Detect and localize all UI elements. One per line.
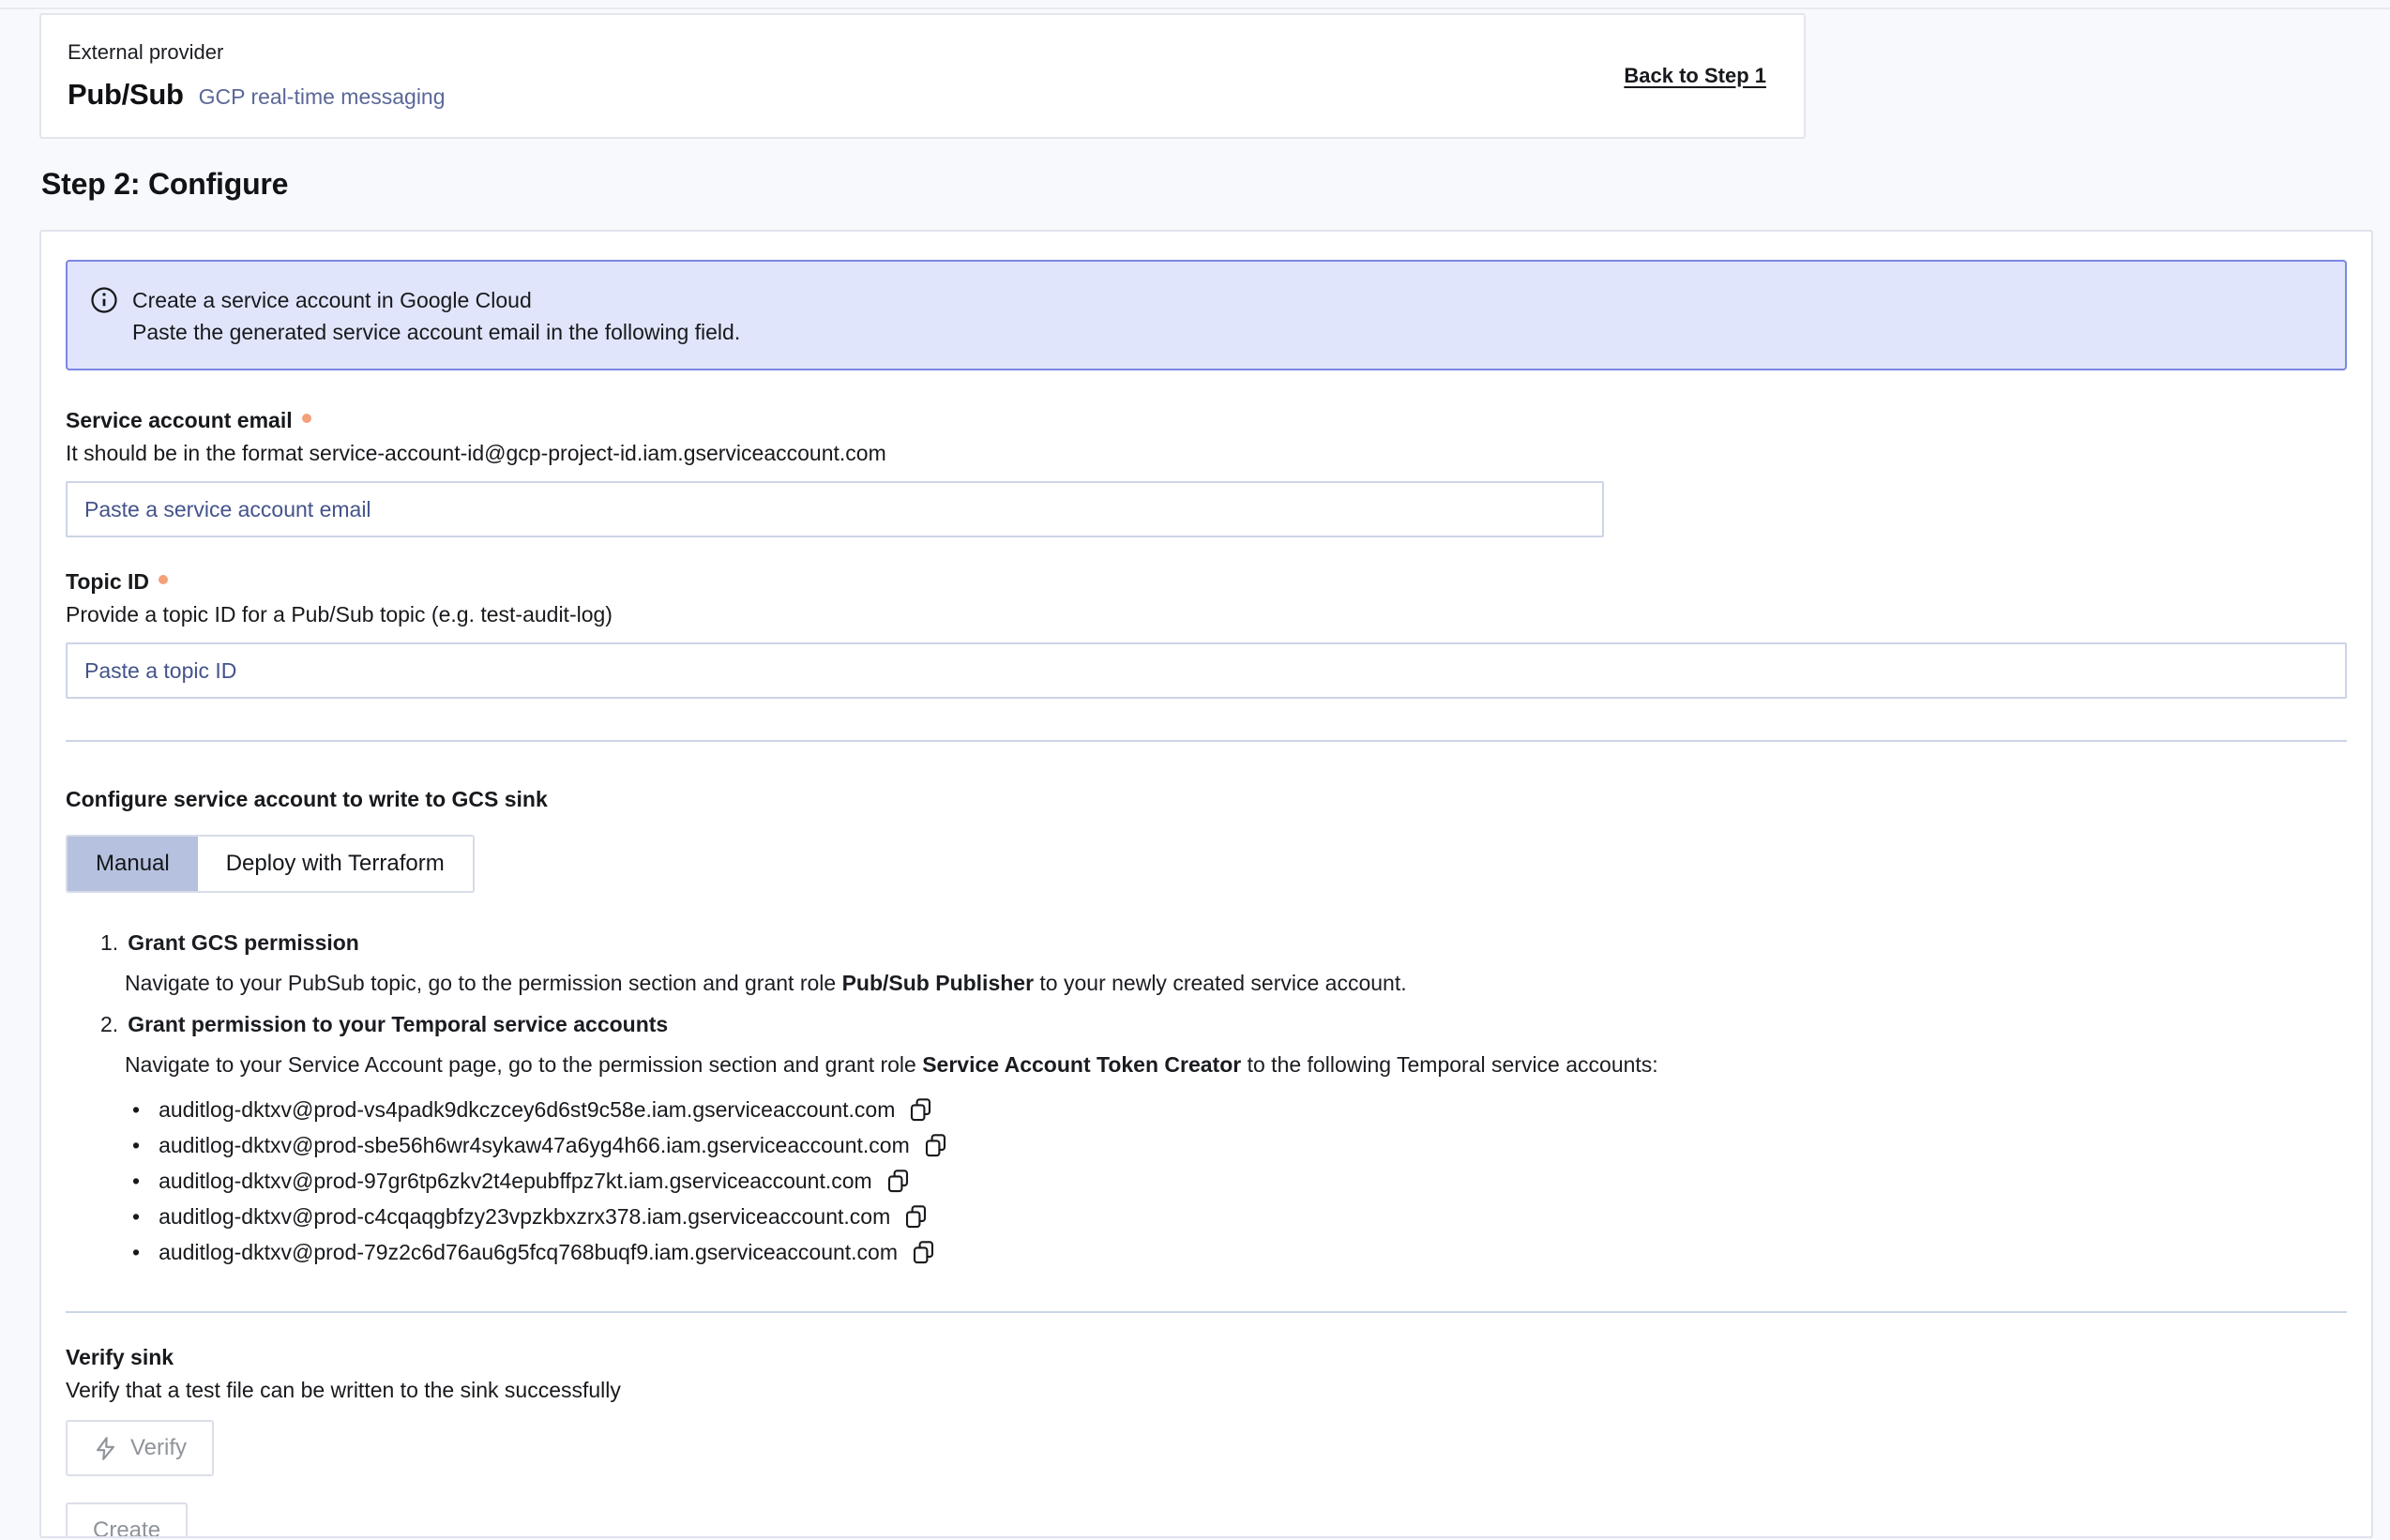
instruction-steps: 1.Grant GCS permission Navigate to your … bbox=[66, 927, 2347, 1270]
list-item: auditlog-dktxv@prod-c4cqaqgbfzy23vpzkbxz… bbox=[132, 1199, 2347, 1234]
verify-sink-description: Verify that a test file can be written t… bbox=[66, 1378, 2347, 1403]
step-2-body: Navigate to your Service Account page, g… bbox=[125, 1049, 2347, 1080]
page-top-divider bbox=[0, 8, 2390, 9]
service-account-email: auditlog-dktxv@prod-97gr6tp6zkv2t4epubff… bbox=[159, 1169, 872, 1194]
info-banner-title: Create a service account in Google Cloud bbox=[132, 285, 740, 315]
section-divider bbox=[66, 1311, 2347, 1313]
copy-icon[interactable] bbox=[923, 1132, 948, 1159]
config-method-tabs: Manual Deploy with Terraform bbox=[66, 835, 475, 893]
topic-id-label: Topic ID bbox=[66, 569, 149, 595]
topic-id-helper: Provide a topic ID for a Pub/Sub topic (… bbox=[66, 602, 2347, 627]
tab-manual[interactable]: Manual bbox=[68, 837, 198, 891]
create-button[interactable]: Create bbox=[66, 1502, 188, 1538]
verify-sink-title: Verify sink bbox=[66, 1345, 2347, 1370]
service-account-email-label: Service account email bbox=[66, 408, 293, 433]
info-banner-body: Paste the generated service account emai… bbox=[132, 317, 740, 347]
service-account-email: auditlog-dktxv@prod-vs4padk9dkczcey6d6st… bbox=[159, 1097, 895, 1123]
list-item: auditlog-dktxv@prod-vs4padk9dkczcey6d6st… bbox=[132, 1092, 2347, 1127]
provider-info: External provider Pub/Sub GCP real-time … bbox=[68, 40, 446, 112]
back-to-step1-link[interactable]: Back to Step 1 bbox=[1624, 64, 1766, 88]
info-banner-text: Create a service account in Google Cloud… bbox=[132, 285, 740, 347]
copy-icon[interactable] bbox=[903, 1203, 929, 1230]
service-account-email: auditlog-dktxv@prod-c4cqaqgbfzy23vpzkbxz… bbox=[159, 1204, 890, 1230]
lightning-bolt-icon bbox=[93, 1436, 118, 1461]
copy-icon[interactable] bbox=[885, 1168, 911, 1195]
provider-header-card: External provider Pub/Sub GCP real-time … bbox=[39, 13, 1806, 139]
service-account-email-input[interactable] bbox=[66, 481, 1604, 537]
step-1-body: Navigate to your PubSub topic, go to the… bbox=[125, 967, 2347, 999]
topic-id-input[interactable] bbox=[66, 642, 2347, 699]
list-item: auditlog-dktxv@prod-97gr6tp6zkv2t4epubff… bbox=[132, 1163, 2347, 1199]
service-account-email: auditlog-dktxv@prod-79z2c6d76au6g5fcq768… bbox=[159, 1240, 898, 1265]
provider-description: GCP real-time messaging bbox=[199, 84, 446, 110]
info-circle-icon bbox=[90, 286, 118, 319]
verify-button[interactable]: Verify bbox=[66, 1420, 214, 1476]
service-account-email-helper: It should be in the format service-accou… bbox=[66, 441, 2347, 466]
provider-label: External provider bbox=[68, 40, 446, 65]
configure-section-title: Configure service account to write to GC… bbox=[66, 787, 2347, 812]
copy-icon[interactable] bbox=[908, 1096, 933, 1124]
service-account-list: auditlog-dktxv@prod-vs4padk9dkczcey6d6st… bbox=[132, 1092, 2347, 1270]
step-2-title: 2.Grant permission to your Temporal serv… bbox=[100, 1008, 2347, 1040]
list-item: auditlog-dktxv@prod-79z2c6d76au6g5fcq768… bbox=[132, 1234, 2347, 1270]
info-banner: Create a service account in Google Cloud… bbox=[66, 260, 2347, 370]
required-dot-icon bbox=[159, 575, 168, 584]
service-account-email: auditlog-dktxv@prod-sbe56h6wr4sykaw47a6y… bbox=[159, 1133, 910, 1158]
required-dot-icon bbox=[302, 414, 311, 423]
page-title: Step 2: Configure bbox=[41, 167, 288, 202]
step-1-number: 1. bbox=[100, 930, 118, 955]
list-item: auditlog-dktxv@prod-sbe56h6wr4sykaw47a6y… bbox=[132, 1127, 2347, 1163]
step-2-number: 2. bbox=[100, 1012, 118, 1036]
provider-name: Pub/Sub bbox=[68, 78, 184, 112]
tab-deploy-terraform[interactable]: Deploy with Terraform bbox=[198, 837, 473, 891]
step-1-title: 1.Grant GCS permission bbox=[100, 927, 2347, 959]
section-divider bbox=[66, 740, 2347, 742]
copy-icon[interactable] bbox=[911, 1239, 936, 1266]
configure-card: Create a service account in Google Cloud… bbox=[39, 230, 2373, 1538]
